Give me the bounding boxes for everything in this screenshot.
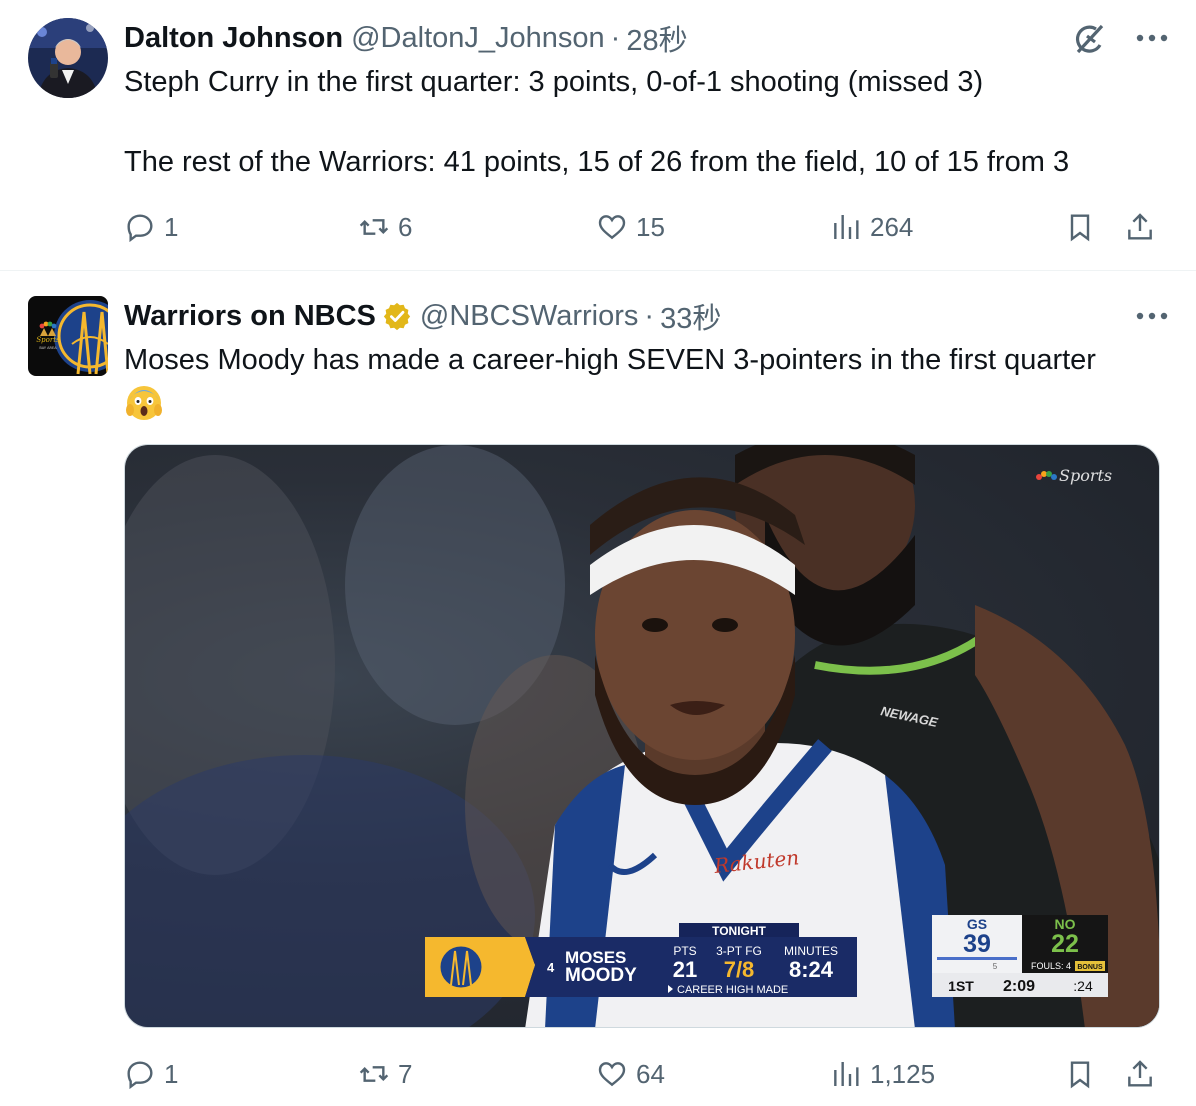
views-icon (834, 215, 859, 239)
game-period: 1ST (948, 978, 974, 994)
away-fouls: FOULS: 4 (1031, 961, 1071, 971)
reply-button[interactable]: 1 (124, 1054, 178, 1094)
repost-icon (359, 219, 389, 235)
view-count: 264 (870, 211, 914, 242)
tweet-header: Warriors on NBCS @NBCSWarriors · 33秒 (124, 296, 721, 336)
overlay-col3-label: MINUTES (784, 944, 838, 958)
tweet-header: Dalton Johnson @DaltonJ_Johnson · 28秒 (124, 18, 688, 58)
views-button[interactable]: 1,125 (830, 1054, 935, 1094)
tweet-video[interactable]: NEWAGE Rakuten Sports TONIGHT 4 MOSES MO… (124, 444, 1160, 1028)
bookmark-icon (1070, 1061, 1090, 1089)
away-team-score: 22 (1051, 930, 1079, 958)
verified-badge-icon[interactable] (382, 301, 412, 331)
svg-text:Sports: Sports (1059, 466, 1112, 485)
like-count: 15 (636, 211, 665, 242)
screaming-face-emoji (124, 382, 164, 422)
reply-button[interactable]: 1 (124, 207, 178, 247)
overlay-col2-value: 7/8 (724, 957, 755, 982)
avatar-warriors-nbcs[interactable]: Sports BAY AREA (28, 296, 108, 376)
like-icon (598, 215, 626, 240)
like-count: 64 (636, 1058, 665, 1089)
sports-watermark: Sports (1036, 466, 1112, 485)
display-name[interactable]: Warriors on NBCS (124, 300, 376, 333)
overlay-tag: TONIGHT (712, 924, 766, 938)
action-bar: 1 7 64 1,125 (124, 1054, 1164, 1094)
score-bug: GS 39 5 NO 22 FOULS: 4 BONUS 1ST 2:09 :2… (932, 915, 1108, 997)
overlay-col1-value: 21 (673, 957, 697, 982)
home-timeouts: 5 (993, 962, 998, 971)
reply-icon (127, 214, 153, 243)
video-frame-art: NEWAGE Rakuten Sports TONIGHT 4 MOSES MO… (125, 445, 1159, 1027)
views-icon (834, 1062, 859, 1086)
overlay-footnote: CAREER HIGH MADE (677, 984, 788, 996)
timestamp[interactable]: 28秒 (626, 17, 687, 59)
avatar-dalton-johnson[interactable] (28, 18, 108, 98)
bonus-label: BONUS (1077, 964, 1103, 971)
repost-icon (359, 1066, 389, 1082)
grok-icon[interactable] (1070, 20, 1108, 58)
handle[interactable]: @NBCSWarriors (420, 300, 638, 333)
repost-count: 7 (398, 1058, 413, 1089)
overlay-col3-value: 8:24 (789, 957, 834, 982)
reply-count: 1 (164, 1058, 179, 1089)
separator-dot: · (644, 299, 655, 332)
bookmark-button[interactable] (1064, 207, 1096, 247)
reply-count: 1 (164, 211, 179, 242)
repost-count: 6 (398, 211, 413, 242)
share-button[interactable] (1124, 1054, 1156, 1094)
reply-icon (127, 1061, 153, 1090)
share-icon (1128, 213, 1152, 240)
more-icon[interactable] (1134, 298, 1170, 334)
separator-dot: · (610, 21, 621, 54)
svg-text:Sports: Sports (36, 336, 60, 344)
view-count: 1,125 (870, 1058, 936, 1089)
handle[interactable]: @DaltonJ_Johnson (351, 22, 605, 55)
bookmark-button[interactable] (1064, 1054, 1096, 1094)
share-button[interactable] (1124, 207, 1156, 247)
tweet-text-line: Steph Curry in the first quarter: 3 poin… (124, 66, 984, 98)
like-button[interactable]: 15 (596, 207, 665, 247)
views-button[interactable]: 264 (830, 207, 913, 247)
like-button[interactable]: 64 (596, 1054, 665, 1094)
tweet-text-line: Moses Moody has made a career-high SEVEN… (124, 344, 1096, 376)
share-icon (1128, 1060, 1152, 1087)
tweet-dalton-johnson[interactable]: Dalton Johnson @DaltonJ_Johnson · 28秒 St… (0, 0, 1196, 270)
timestamp[interactable]: 33秒 (660, 295, 721, 337)
home-team-score: 39 (963, 930, 991, 958)
overlay-col2-label: 3-PT FG (716, 944, 762, 958)
game-clock: 2:09 (1003, 978, 1035, 995)
display-name[interactable]: Dalton Johnson (124, 22, 343, 55)
repost-button[interactable]: 7 (358, 1054, 412, 1094)
bookmark-icon (1070, 214, 1090, 242)
tweet-text-line: The rest of the Warriors: 41 points, 15 … (124, 146, 1070, 178)
overlay-number: 4 (547, 960, 555, 975)
overlay-col1-label: PTS (673, 944, 696, 958)
overlay-last-name: MOODY (565, 965, 637, 986)
repost-button[interactable]: 6 (358, 207, 412, 247)
more-icon[interactable] (1134, 20, 1170, 56)
shot-clock: :24 (1073, 978, 1093, 994)
svg-text:BAY AREA: BAY AREA (39, 346, 57, 350)
like-icon (598, 1062, 626, 1087)
action-bar: 1 6 15 264 (124, 207, 1164, 247)
